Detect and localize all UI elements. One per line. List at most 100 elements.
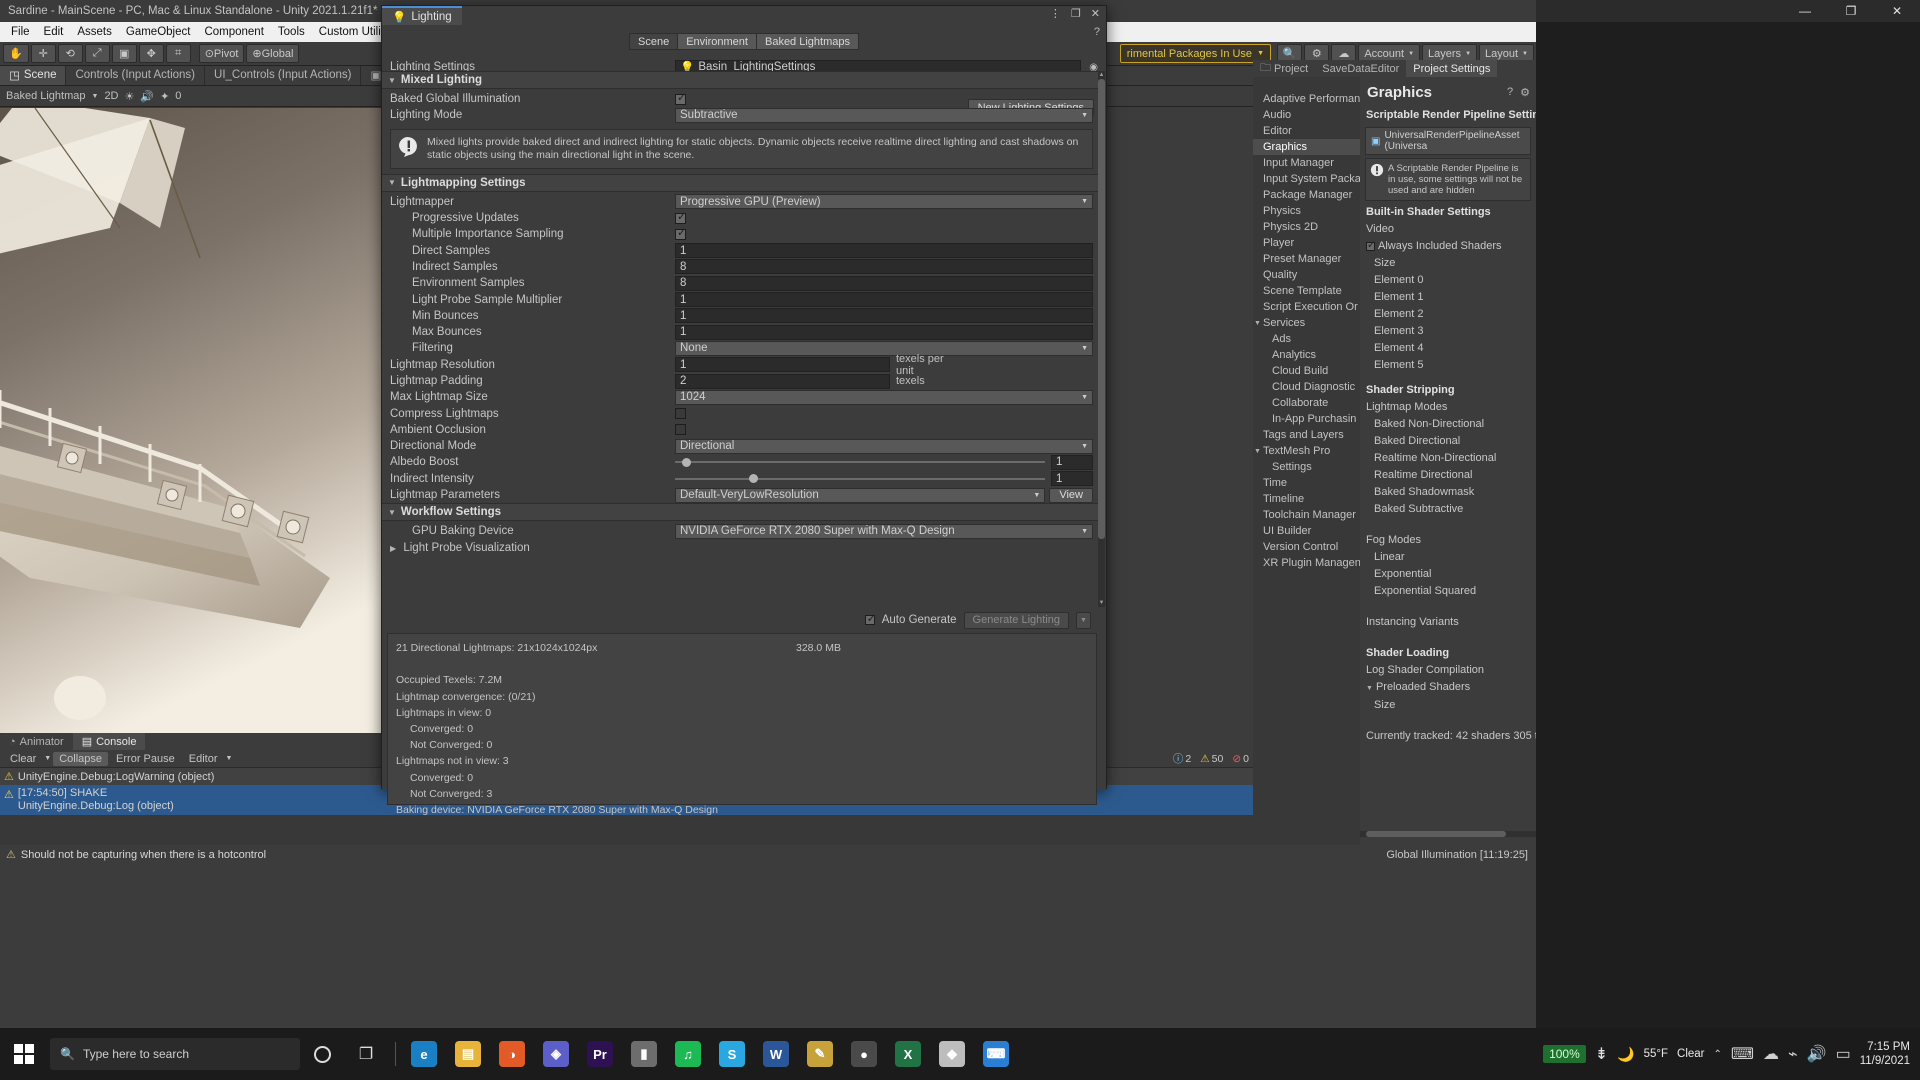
scroll-down-icon[interactable]: ▼ [1098, 599, 1105, 607]
settings-tree-item-in-app-purchasin[interactable]: In-App Purchasin [1253, 411, 1360, 427]
info-counter[interactable]: ⓘ 2 [1173, 751, 1191, 766]
srp-asset-field[interactable]: ▣ UniversalRenderPipelineAsset (Universa [1365, 127, 1531, 155]
row-checkbox[interactable] [675, 213, 686, 224]
settings-tree-item-cloud-diagnostic[interactable]: Cloud Diagnostic [1253, 379, 1360, 395]
audio-icon[interactable]: 🔊 [140, 90, 154, 103]
chevron-down-icon[interactable]: ▼ [226, 755, 233, 762]
spotify-taskbar-button[interactable]: ♫ [666, 1028, 710, 1080]
always-included-shaders-row[interactable]: Always Included Shaders [1360, 238, 1536, 255]
settings-hscrollbar[interactable] [1360, 831, 1536, 837]
tray-battery-icon[interactable]: ▭ [1836, 1044, 1851, 1064]
tab-scene[interactable]: ◳ Scene [0, 65, 66, 85]
tab-controls-input-actions[interactable]: Controls (Input Actions) [66, 65, 205, 85]
rotate-tool-button[interactable]: ⟲ [58, 44, 83, 63]
vscode-taskbar-button[interactable]: ⌨ [974, 1028, 1018, 1080]
scroll-up-icon[interactable]: ▲ [1098, 71, 1105, 79]
start-button[interactable] [0, 1028, 48, 1080]
settings-tree-item-ui-builder[interactable]: UI Builder [1253, 523, 1360, 539]
notes-taskbar-button[interactable]: ✎ [798, 1028, 842, 1080]
lightmap-mode-realtime-directional[interactable]: Realtime Directional [1360, 467, 1536, 484]
light-icon[interactable]: ☀ [125, 90, 135, 103]
scale-tool-button[interactable]: ⤢ [85, 44, 110, 63]
word-taskbar-button[interactable]: W [754, 1028, 798, 1080]
file-explorer-taskbar-button[interactable]: ▤ [446, 1028, 490, 1080]
move-tool-button[interactable]: ✛ [31, 44, 56, 63]
slider-knob[interactable] [749, 474, 758, 483]
fog-mode-exponential-squared[interactable]: Exponential Squared [1360, 583, 1536, 600]
warning-counter[interactable]: ⚠ 50 [1200, 753, 1223, 765]
fog-modes-row[interactable]: Fog Modes [1360, 532, 1536, 549]
tray-expand-icon[interactable]: ⌃ [1714, 1049, 1722, 1060]
settings-tree-item-adaptive-performan[interactable]: Adaptive Performan [1253, 91, 1360, 107]
lightmap-mode-baked-shadowmask[interactable]: Baked Shadowmask [1360, 484, 1536, 501]
settings-tree-item-timeline[interactable]: Timeline [1253, 491, 1360, 507]
tab-project-settings[interactable]: Project Settings [1406, 60, 1497, 77]
maximize-icon[interactable]: ❐ [1071, 7, 1081, 20]
row-dropdown[interactable]: 1024▼ [675, 390, 1093, 405]
error-pause-button[interactable]: Error Pause [110, 752, 181, 766]
settings-tree-item-collaborate[interactable]: Collaborate [1253, 395, 1360, 411]
settings-tree-item-analytics[interactable]: Analytics [1253, 347, 1360, 363]
shader-element-element-1[interactable]: Element 1 [1360, 289, 1536, 306]
settings-tree-item-script-execution-or[interactable]: Script Execution Or [1253, 299, 1360, 315]
excel-taskbar-button[interactable]: X [886, 1028, 930, 1080]
section-mixed-lighting[interactable]: ▼ Mixed Lighting [382, 71, 1101, 89]
tab-console[interactable]: ▤ Console [73, 733, 146, 750]
settings-tree-item-textmesh-pro[interactable]: ▼TextMesh Pro [1253, 443, 1360, 459]
help-icon[interactable]: ? [1094, 26, 1100, 38]
premiere-taskbar-button[interactable]: Pr [578, 1028, 622, 1080]
row-checkbox[interactable] [675, 229, 686, 240]
scrollbar-thumb[interactable] [1098, 79, 1105, 539]
menu-item-component[interactable]: Component [197, 24, 270, 40]
light-probe-visualization-foldout[interactable]: ▶ Light Probe Visualization [382, 540, 1101, 556]
generate-lighting-dropdown[interactable]: ▼ [1076, 612, 1091, 629]
settings-tree-item-physics-2d[interactable]: Physics 2D [1253, 219, 1360, 235]
preloaded-shaders-row[interactable]: ▼Preloaded Shaders [1360, 679, 1536, 697]
row-text-field[interactable]: 1 [675, 308, 1093, 323]
shader-element-element-3[interactable]: Element 3 [1360, 323, 1536, 340]
row-text-field[interactable]: 2 [675, 374, 890, 389]
collapse-button[interactable]: Collapse [53, 752, 108, 766]
hand-tool-button[interactable]: ✋ [3, 44, 29, 63]
row-slider[interactable] [675, 478, 1045, 480]
scene-viewport[interactable] [0, 108, 382, 733]
transform-tool-button[interactable]: ✥ [139, 44, 164, 63]
settings-tree-item-graphics[interactable]: Graphics [1253, 139, 1360, 155]
mode-tab-scene[interactable]: Scene [629, 33, 678, 50]
always-included-size-row[interactable]: Size [1360, 255, 1536, 272]
row-slider[interactable] [675, 461, 1045, 463]
row-text-field[interactable]: 8 [675, 259, 1093, 274]
settings-tree-item-xr-plugin-managen[interactable]: XR Plugin Managen [1253, 555, 1360, 571]
clear-button[interactable]: Clear [4, 752, 42, 766]
maximize-icon[interactable]: ❐ [1828, 0, 1874, 22]
row-text-field[interactable]: 1 [675, 357, 890, 372]
tray-pin-icon[interactable]: ⇟ [1595, 1044, 1608, 1064]
menu-item-tools[interactable]: Tools [271, 24, 312, 40]
2d-toggle[interactable]: 2D [104, 90, 118, 102]
settings-tree-item-package-manager[interactable]: Package Manager [1253, 187, 1360, 203]
shading-mode-dropdown[interactable]: Baked Lightmap [6, 90, 86, 102]
pivot-rotation-button[interactable]: ⊕ Global [246, 44, 299, 63]
row-text-field[interactable]: 1 [675, 325, 1093, 340]
tab-ui-controls-input-actions[interactable]: UI_Controls (Input Actions) [205, 65, 361, 85]
baked-gi-checkbox[interactable] [675, 94, 686, 105]
section-workflow-settings[interactable]: ▼ Workflow Settings [382, 503, 1101, 521]
close-icon[interactable]: ✕ [1874, 0, 1920, 22]
settings-tree-item-version-control[interactable]: Version Control [1253, 539, 1360, 555]
instancing-variants-row[interactable]: Instancing Variants [1360, 614, 1536, 631]
lightmap-mode-baked-subtractive[interactable]: Baked Subtractive [1360, 501, 1536, 518]
generate-lighting-button[interactable]: Generate Lighting [964, 612, 1069, 629]
view-button[interactable]: View [1049, 488, 1093, 503]
error-counter[interactable]: ⊘ 0 [1232, 753, 1249, 765]
menu-item-gameobject[interactable]: GameObject [119, 24, 198, 40]
row-dropdown[interactable]: Default-VeryLowResolution▼ [675, 488, 1045, 503]
log-shader-compilation-row[interactable]: Log Shader Compilation [1360, 662, 1536, 679]
rect-tool-button[interactable]: ▣ [112, 44, 137, 63]
auto-generate-checkbox[interactable] [865, 615, 875, 625]
menu-item-edit[interactable]: Edit [37, 24, 71, 40]
settings-tree-item-quality[interactable]: Quality [1253, 267, 1360, 283]
settings-tree-item-cloud-build[interactable]: Cloud Build [1253, 363, 1360, 379]
lighting-tab[interactable]: 💡 Lighting [382, 6, 462, 25]
settings-tree-item-physics[interactable]: Physics [1253, 203, 1360, 219]
settings-tree-item-input-system-packa[interactable]: Input System Packa [1253, 171, 1360, 187]
